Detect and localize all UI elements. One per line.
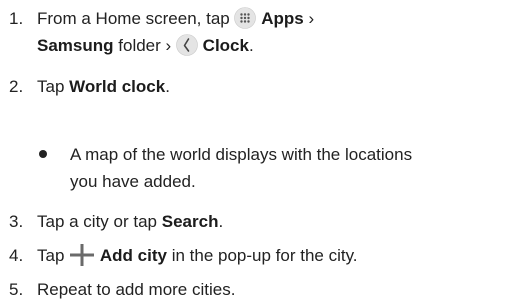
folder-text: folder (118, 36, 161, 55)
step-3: 3. Tap a city or tap Search. (9, 208, 223, 235)
separator: › (308, 9, 315, 28)
clock-label: Clock (202, 36, 249, 55)
step-text: Repeat to add more cities. (37, 280, 236, 299)
step-5: 5. Repeat to add more cities. (9, 276, 235, 303)
step-number: 3. (9, 212, 24, 231)
step-text: Tap (37, 246, 65, 265)
bullet-text-line-1: A map of the world displays with the loc… (70, 145, 413, 164)
separator: › (165, 36, 172, 55)
step-1-continued: Samsung folder › Clock. (37, 32, 254, 64)
step-2: 2. Tap World clock. (9, 73, 170, 100)
step-number: 5. (9, 280, 24, 299)
plus-icon (69, 244, 95, 274)
step-4: 4. Tap Add city in the pop-up for the cit… (9, 242, 358, 274)
world-clock-label: World clock (69, 77, 166, 96)
samsung-label: Samsung (37, 36, 114, 55)
step-number: 1. (9, 9, 24, 28)
step-text: From a Home screen, tap (37, 9, 230, 28)
add-city-label: Add city (99, 246, 167, 265)
bullet-text-line-2: you have added. (70, 172, 196, 191)
apps-label: Apps (261, 9, 304, 28)
clock-app-icon (176, 34, 198, 64)
step-text: Tap (37, 77, 65, 96)
bullet-dot (39, 150, 47, 158)
step-text: Tap a city or tap (37, 212, 158, 231)
step-number: 2. (9, 77, 24, 96)
search-label: Search (161, 212, 219, 231)
step-text-post: in the pop-up for the city. (171, 246, 358, 265)
step-number: 4. (9, 246, 24, 265)
